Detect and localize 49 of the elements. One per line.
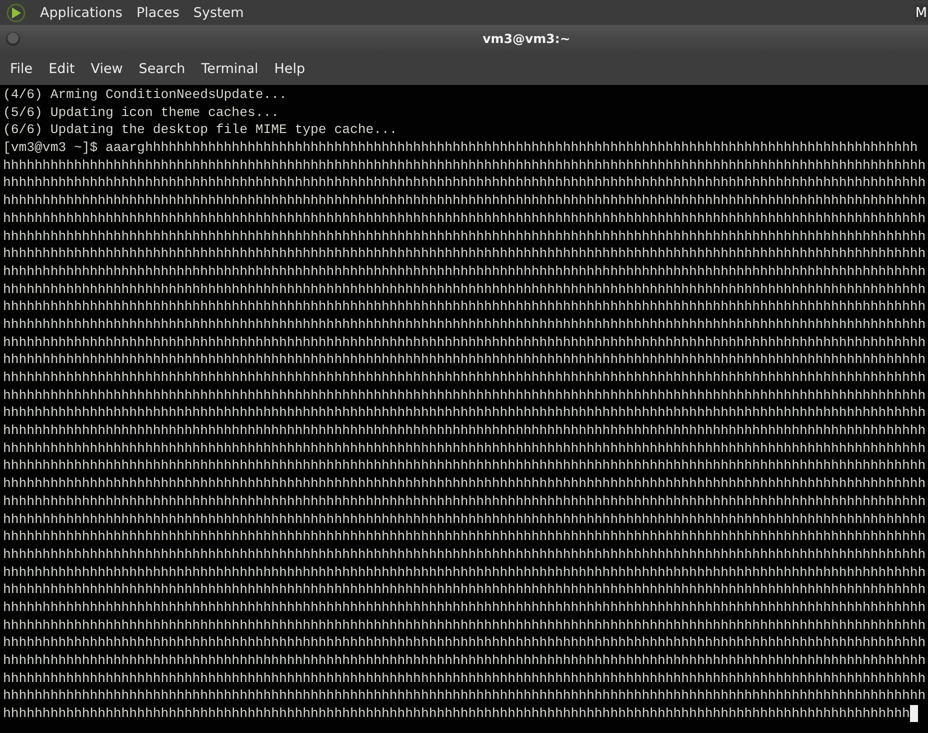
terminal-line: hhhhhhhhhhhhhhhhhhhhhhhhhhhhhhhhhhhhhhhhhhhhhhhhhhhhhhhhhhhhhhhhhhhhhhhhhhhhhhhhhhhhhhhhhhhhhhhhhhhhhhhhhhhhhhhhhhhhh (3, 210, 926, 228)
terminal-line: hhhhhhhhhhhhhhhhhhhhhhhhhhhhhhhhhhhhhhhhhhhhhhhhhhhhhhhhhhhhhhhhhhhhhhhhhhhhhhhhhhhhhhhhhhhhhhhhhhhhhhhhhhhhhhhhhhhhh (3, 280, 926, 298)
terminal-line: (5/6) Updating icon theme caches... (3, 104, 279, 122)
terminal-line: hhhhhhhhhhhhhhhhhhhhhhhhhhhhhhhhhhhhhhhhhhhhhhhhhhhhhhhhhhhhhhhhhhhhhhhhhhhhhhhhhhhhhhhhhhhhhhhhhhhhhhhhhhhhhhhhhhh (3, 705, 910, 723)
terminal-line: hhhhhhhhhhhhhhhhhhhhhhhhhhhhhhhhhhhhhhhhhhhhhhhhhhhhhhhhhhhhhhhhhhhhhhhhhhhhhhhhhhhhhhhhhhhhhhhhhhhhhhhhhhhhhhhhhhhhh (3, 369, 926, 387)
terminal-line: hhhhhhhhhhhhhhhhhhhhhhhhhhhhhhhhhhhhhhhhhhhhhhhhhhhhhhhhhhhhhhhhhhhhhhhhhhhhhhhhhhhhhhhhhhhhhhhhhhhhhhhhhhhhhhhhhhhhh (3, 262, 926, 281)
terminal-line: hhhhhhhhhhhhhhhhhhhhhhhhhhhhhhhhhhhhhhhhhhhhhhhhhhhhhhhhhhhhhhhhhhhhhhhhhhhhhhhhhhhhhhhhhhhhhhhhhhhhhhhhhhhhhhhhhhhhh (3, 546, 926, 564)
panel-menu[interactable]: System (193, 4, 244, 20)
terminal-line: hhhhhhhhhhhhhhhhhhhhhhhhhhhhhhhhhhhhhhhhhhhhhhhhhhhhhhhhhhhhhhhhhhhhhhhhhhhhhhhhhhhhhhhhhhhhhhhhhhhhhhhhhhhhhhhhhhhhh (3, 228, 926, 246)
menu-item[interactable]: View (82, 56, 131, 80)
terminal-line: hhhhhhhhhhhhhhhhhhhhhhhhhhhhhhhhhhhhhhhhhhhhhhhhhhhhhhhhhhhhhhhhhhhhhhhhhhhhhhhhhhhhhhhhhhhhhhhhhhhhhhhhhhhhhhhhhhhhh (3, 404, 926, 422)
terminal-line: hhhhhhhhhhhhhhhhhhhhhhhhhhhhhhhhhhhhhhhhhhhhhhhhhhhhhhhhhhhhhhhhhhhhhhhhhhhhhhhhhhhhhhhhhhhhhhhhhhhhhhhhhhhhhhhhhhhhh (3, 670, 926, 688)
terminal-line: (6/6) Updating the desktop file MIME type cache... (3, 121, 398, 140)
terminal-line: hhhhhhhhhhhhhhhhhhhhhhhhhhhhhhhhhhhhhhhhhhhhhhhhhhhhhhhhhhhhhhhhhhhhhhhhhhhhhhhhhhhhhhhhhhhhhhhhhhhhhhhhhhhhhhhhhhhhh (3, 334, 926, 352)
menu-item[interactable]: Edit (40, 56, 83, 80)
terminal-line: hhhhhhhhhhhhhhhhhhhhhhhhhhhhhhhhhhhhhhhhhhhhhhhhhhhhhhhhhhhhhhhhhhhhhhhhhhhhhhhhhhhhhhhhhhhhhhhhhhhhhhhhhhhhhhhhhhhhh (3, 528, 926, 546)
menu-item[interactable]: Terminal (193, 56, 266, 80)
window-title: vm3@vm3:~ (482, 31, 572, 46)
terminal-line: (4/6) Arming ConditionNeedsUpdate... (3, 86, 287, 104)
terminal-line: hhhhhhhhhhhhhhhhhhhhhhhhhhhhhhhhhhhhhhhhhhhhhhhhhhhhhhhhhhhhhhhhhhhhhhhhhhhhhhhhhhhhhhhhhhhhhhhhhhhhhhhhhhhhhhhhhhhhh (3, 457, 926, 476)
panel-menu[interactable]: Applications (40, 4, 122, 20)
cursor (910, 705, 918, 722)
terminal-line: hhhhhhhhhhhhhhhhhhhhhhhhhhhhhhhhhhhhhhhhhhhhhhhhhhhhhhhhhhhhhhhhhhhhhhhhhhhhhhhhhhhhhhhhhhhhhhhhhhhhhhhhhhhhhhhhhhhhh (3, 386, 926, 404)
terminal-line: hhhhhhhhhhhhhhhhhhhhhhhhhhhhhhhhhhhhhhhhhhhhhhhhhhhhhhhhhhhhhhhhhhhhhhhhhhhhhhhhhhhhhhhhhhhhhhhhhhhhhhhhhhhhhhhhhhhhh (3, 475, 926, 493)
panel-label: M (915, 4, 928, 20)
terminal-line: hhhhhhhhhhhhhhhhhhhhhhhhhhhhhhhhhhhhhhhhhhhhhhhhhhhhhhhhhhhhhhhhhhhhhhhhhhhhhhhhhhhhhhhhhhhhhhhhhhhhhhhhhhhhhhhhhhhhh (3, 634, 926, 652)
terminal-line: hhhhhhhhhhhhhhhhhhhhhhhhhhhhhhhhhhhhhhhhhhhhhhhhhhhhhhhhhhhhhhhhhhhhhhhhhhhhhhhhhhhhhhhhhhhhhhhhhhhhhhhhhhhhhhhhhhhhh (3, 245, 926, 263)
terminal-line: hhhhhhhhhhhhhhhhhhhhhhhhhhhhhhhhhhhhhhhhhhhhhhhhhhhhhhhhhhhhhhhhhhhhhhhhhhhhhhhhhhhhhhhhhhhhhhhhhhhhhhhhhhhhhhhhhhhhh (3, 156, 926, 174)
terminal-line: hhhhhhhhhhhhhhhhhhhhhhhhhhhhhhhhhhhhhhhhhhhhhhhhhhhhhhhhhhhhhhhhhhhhhhhhhhhhhhhhhhhhhhhhhhhhhhhhhhhhhhhhhhhhhhhhhhhhh (3, 652, 926, 670)
panel-menu[interactable]: Places (136, 4, 180, 20)
terminal-line: hhhhhhhhhhhhhhhhhhhhhhhhhhhhhhhhhhhhhhhhhhhhhhhhhhhhhhhhhhhhhhhhhhhhhhhhhhhhhhhhhhhhhhhhhhhhhhhhhhhhhhhhhhhhhhhhhhhhh (3, 492, 926, 511)
terminal-line: hhhhhhhhhhhhhhhhhhhhhhhhhhhhhhhhhhhhhhhhhhhhhhhhhhhhhhhhhhhhhhhhhhhhhhhhhhhhhhhhhhhhhhhhhhhhhhhhhhhhhhhhhhhhhhhhhhhhh (3, 298, 926, 316)
terminal-line: hhhhhhhhhhhhhhhhhhhhhhhhhhhhhhhhhhhhhhhhhhhhhhhhhhhhhhhhhhhhhhhhhhhhhhhhhhhhhhhhhhhhhhhhhhhhhhhhhhhhhhhhhhhhhhhhhhhhh (3, 510, 926, 528)
terminal-line: hhhhhhhhhhhhhhhhhhhhhhhhhhhhhhhhhhhhhhhhhhhhhhhhhhhhhhhhhhhhhhhhhhhhhhhhhhhhhhhhhhhhhhhhhhhhhhhhhhhhhhhhhhhhhhhhhhhhh (3, 351, 926, 370)
terminal-line: hhhhhhhhhhhhhhhhhhhhhhhhhhhhhhhhhhhhhhhhhhhhhhhhhhhhhhhhhhhhhhhhhhhhhhhhhhhhhhhhhhhhhhhhhhhhhhhhhhhhhhhhhhhhhhhhhhhhh (3, 422, 926, 440)
terminal-line: hhhhhhhhhhhhhhhhhhhhhhhhhhhhhhhhhhhhhhhhhhhhhhhhhhhhhhhhhhhhhhhhhhhhhhhhhhhhhhhhhhhhhhhhhhhhhhhhhhhhhhhhhhhhhhhhhhhhh (3, 616, 926, 634)
menu-item[interactable]: Search (130, 56, 194, 80)
terminal-line: hhhhhhhhhhhhhhhhhhhhhhhhhhhhhhhhhhhhhhhhhhhhhhhhhhhhhhhhhhhhhhhhhhhhhhhhhhhhhhhhhhhhhhhhhhhhhhhhhhhhhhhhhhhhhhhhhhhhh (3, 316, 926, 334)
terminal-line: hhhhhhhhhhhhhhhhhhhhhhhhhhhhhhhhhhhhhhhhhhhhhhhhhhhhhhhhhhhhhhhhhhhhhhhhhhhhhhhhhhhhhhhhhhhhhhhhhhhhhhhhhhhhhhhhhhhhh (3, 598, 926, 617)
menu-item[interactable]: File (2, 56, 41, 80)
terminal-line: hhhhhhhhhhhhhhhhhhhhhhhhhhhhhhhhhhhhhhhhhhhhhhhhhhhhhhhhhhhhhhhhhhhhhhhhhhhhhhhhhhhhhhhhhhhhhhhhhhhhhhhhhhhhhhhhhhhhh (3, 440, 926, 458)
menu-item[interactable]: Help (266, 56, 314, 80)
terminal-line: hhhhhhhhhhhhhhhhhhhhhhhhhhhhhhhhhhhhhhhhhhhhhhhhhhhhhhhhhhhhhhhhhhhhhhhhhhhhhhhhhhhhhhhhhhhhhhhhhhhhhhhhhhhhhhhhhhhhh (3, 174, 926, 192)
terminal-line: hhhhhhhhhhhhhhhhhhhhhhhhhhhhhhhhhhhhhhhhhhhhhhhhhhhhhhhhhhhhhhhhhhhhhhhhhhhhhhhhhhhhhhhhhhhhhhhhhhhhhhhhhhhhhhhhhhhhh (3, 687, 926, 706)
logo-icon[interactable] (6, 2, 26, 22)
terminal-line: [vm3@vm3 ~]$ aaarghhhhhhhhhhhhhhhhhhhhhhhhhhhhhhhhhhhhhhhhhhhhhhhhhhhhhhhhhhhhhhhhhhhhhhhhhhhhhhhhhhhhhhhhhhhhhhhhhh (3, 139, 918, 157)
terminal-line: hhhhhhhhhhhhhhhhhhhhhhhhhhhhhhhhhhhhhhhhhhhhhhhhhhhhhhhhhhhhhhhhhhhhhhhhhhhhhhhhhhhhhhhhhhhhhhhhhhhhhhhhhhhhhhhhhhhhh (3, 581, 926, 599)
terminal-line: hhhhhhhhhhhhhhhhhhhhhhhhhhhhhhhhhhhhhhhhhhhhhhhhhhhhhhhhhhhhhhhhhhhhhhhhhhhhhhhhhhhhhhhhhhhhhhhhhhhhhhhhhhhhhhhhhhhhh (3, 192, 926, 210)
terminal-line: hhhhhhhhhhhhhhhhhhhhhhhhhhhhhhhhhhhhhhhhhhhhhhhhhhhhhhhhhhhhhhhhhhhhhhhhhhhhhhhhhhhhhhhhhhhhhhhhhhhhhhhhhhhhhhhhhhhhh (3, 564, 926, 582)
